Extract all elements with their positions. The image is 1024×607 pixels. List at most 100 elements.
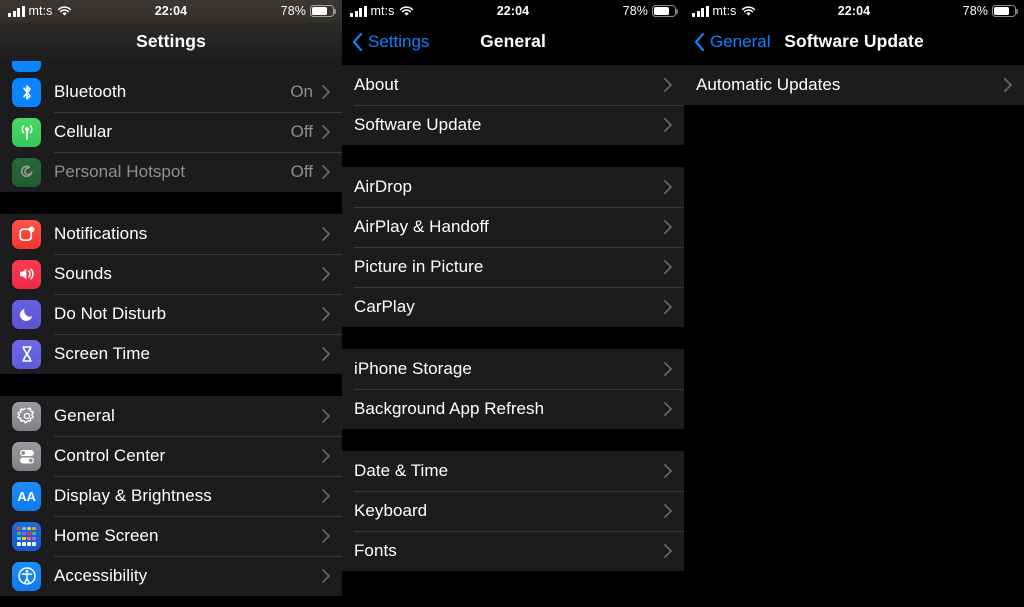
software-update-section: Automatic Updates bbox=[684, 65, 1024, 105]
status-bar-right: 78% bbox=[623, 0, 679, 22]
page-title-general: General bbox=[480, 31, 546, 51]
chevron-right-icon bbox=[322, 449, 330, 463]
settings-section-connectivity: Bluetooth On Cellular Off Personal Hotsp… bbox=[0, 72, 342, 192]
general-row-date-time[interactable]: Date & Time bbox=[342, 451, 684, 491]
general-row-label: About bbox=[354, 75, 399, 94]
settings-row-cellular[interactable]: Cellular Off bbox=[0, 112, 342, 152]
panel-general: mt:s 22:04 78% Settings General About So… bbox=[342, 0, 684, 607]
battery-percent-label: 78% bbox=[962, 4, 988, 18]
chevron-right-icon bbox=[322, 85, 330, 99]
settings-row-label: Display & Brightness bbox=[54, 486, 212, 505]
general-row-label: iPhone Storage bbox=[354, 359, 472, 378]
settings-row-control-center[interactable]: Control Center bbox=[0, 436, 342, 476]
panel-software-update: mt:s 22:04 78% General Software Update A… bbox=[684, 0, 1024, 607]
settings-row-screen-time[interactable]: Screen Time bbox=[0, 334, 342, 374]
settings-row-label: Home Screen bbox=[54, 526, 159, 545]
general-row-fonts[interactable]: Fonts bbox=[342, 531, 684, 571]
accessibility-icon bbox=[12, 561, 41, 591]
chevron-right-icon bbox=[664, 362, 672, 376]
software-update-row-label: Automatic Updates bbox=[696, 75, 841, 94]
general-row-background-app-refresh[interactable]: Background App Refresh bbox=[342, 389, 684, 429]
general-row-software-update[interactable]: Software Update bbox=[342, 105, 684, 145]
bluetooth-icon bbox=[12, 77, 41, 107]
screen-time-icon bbox=[12, 339, 41, 369]
general-row-picture-in-picture[interactable]: Picture in Picture bbox=[342, 247, 684, 287]
settings-row-general[interactable]: General bbox=[0, 396, 342, 436]
general-row-iphone-storage[interactable]: iPhone Storage bbox=[342, 349, 684, 389]
general-row-label: Picture in Picture bbox=[354, 257, 484, 276]
chevron-right-icon bbox=[664, 544, 672, 558]
three-panel-ios-settings-screenshot: mt:s 22:04 78% Settings Bluetooth On Cel… bbox=[0, 0, 1024, 607]
chevron-right-icon bbox=[664, 504, 672, 518]
home-screen-icon bbox=[12, 521, 41, 551]
chevron-right-icon bbox=[322, 125, 330, 139]
chevron-right-icon bbox=[322, 529, 330, 543]
settings-row-value: On bbox=[290, 82, 313, 101]
battery-percent-label: 78% bbox=[280, 4, 306, 18]
general-row-carplay[interactable]: CarPlay bbox=[342, 287, 684, 327]
general-row-label: CarPlay bbox=[354, 297, 415, 316]
chevron-right-icon bbox=[664, 260, 672, 274]
section-gap bbox=[0, 192, 342, 214]
sounds-icon bbox=[12, 259, 41, 289]
chevron-right-icon bbox=[322, 307, 330, 321]
settings-row-sounds[interactable]: Sounds bbox=[0, 254, 342, 294]
navbar-general: Settings General bbox=[342, 22, 684, 61]
chevron-right-icon bbox=[322, 409, 330, 423]
general-row-airdrop[interactable]: AirDrop bbox=[342, 167, 684, 207]
settings-section-alerts: Notifications Sounds Do Not Disturb Scre… bbox=[0, 214, 342, 374]
general-row-label: Background App Refresh bbox=[354, 399, 545, 418]
partial-row-wifi[interactable] bbox=[0, 61, 342, 72]
status-bar-right: 78% bbox=[280, 0, 337, 22]
settings-row-label: Personal Hotspot bbox=[54, 162, 186, 181]
general-section-info: About Software Update bbox=[342, 65, 684, 145]
general-row-label: Fonts bbox=[354, 541, 397, 560]
status-bar-settings: mt:s 22:04 78% bbox=[0, 0, 342, 22]
control-center-icon bbox=[12, 441, 41, 471]
software-update-row-automatic-updates[interactable]: Automatic Updates bbox=[684, 65, 1024, 105]
settings-row-display-brightness[interactable]: AA Display & Brightness bbox=[0, 476, 342, 516]
settings-row-label: General bbox=[54, 406, 115, 425]
chevron-right-icon bbox=[664, 300, 672, 314]
settings-row-label: Notifications bbox=[54, 224, 148, 243]
chevron-right-icon bbox=[664, 78, 672, 92]
settings-row-personal-hotspot[interactable]: Personal Hotspot Off bbox=[0, 152, 342, 192]
chevron-right-icon bbox=[664, 118, 672, 132]
general-row-label: Date & Time bbox=[354, 461, 449, 480]
settings-row-bluetooth[interactable]: Bluetooth On bbox=[0, 72, 342, 112]
chevron-right-icon bbox=[322, 569, 330, 583]
settings-row-value: Off bbox=[290, 162, 313, 181]
chevron-right-icon bbox=[322, 227, 330, 241]
general-row-about[interactable]: About bbox=[342, 65, 684, 105]
settings-row-label: Do Not Disturb bbox=[54, 304, 167, 323]
general-row-airplay-handoff[interactable]: AirPlay & Handoff bbox=[342, 207, 684, 247]
general-section-input: Date & Time Keyboard Fonts bbox=[342, 451, 684, 571]
general-row-keyboard[interactable]: Keyboard bbox=[342, 491, 684, 531]
battery-icon bbox=[652, 5, 679, 17]
general-row-label: Software Update bbox=[354, 115, 482, 134]
notifications-icon bbox=[12, 219, 41, 249]
settings-row-home-screen[interactable]: Home Screen bbox=[0, 516, 342, 556]
settings-row-do-not-disturb[interactable]: Do Not Disturb bbox=[0, 294, 342, 334]
settings-row-label: Accessibility bbox=[54, 566, 148, 585]
general-section-sharing: AirDrop AirPlay & Handoff Picture in Pic… bbox=[342, 167, 684, 327]
settings-row-label: Bluetooth bbox=[54, 82, 127, 101]
chevron-right-icon bbox=[664, 464, 672, 478]
panel-settings: mt:s 22:04 78% Settings Bluetooth On Cel… bbox=[0, 0, 342, 607]
settings-row-value: Off bbox=[290, 122, 313, 141]
chevron-right-icon bbox=[1004, 78, 1012, 92]
settings-row-notifications[interactable]: Notifications bbox=[0, 214, 342, 254]
navbar-software-update: General Software Update bbox=[684, 22, 1024, 61]
cellular-icon bbox=[12, 117, 41, 147]
settings-section-system: General Control Center AA Display & Brig… bbox=[0, 396, 342, 596]
chevron-right-icon bbox=[664, 402, 672, 416]
page-title-software-update: Software Update bbox=[784, 31, 924, 51]
do-not-disturb-icon bbox=[12, 299, 41, 329]
status-bar-software-update: mt:s 22:04 78% bbox=[684, 0, 1024, 22]
battery-icon bbox=[992, 5, 1019, 17]
settings-row-accessibility[interactable]: Accessibility bbox=[0, 556, 342, 596]
home-screen-grid bbox=[17, 526, 36, 546]
navbar-settings: Settings bbox=[0, 22, 342, 61]
general-row-label: AirPlay & Handoff bbox=[354, 217, 489, 236]
section-gap bbox=[342, 327, 684, 349]
